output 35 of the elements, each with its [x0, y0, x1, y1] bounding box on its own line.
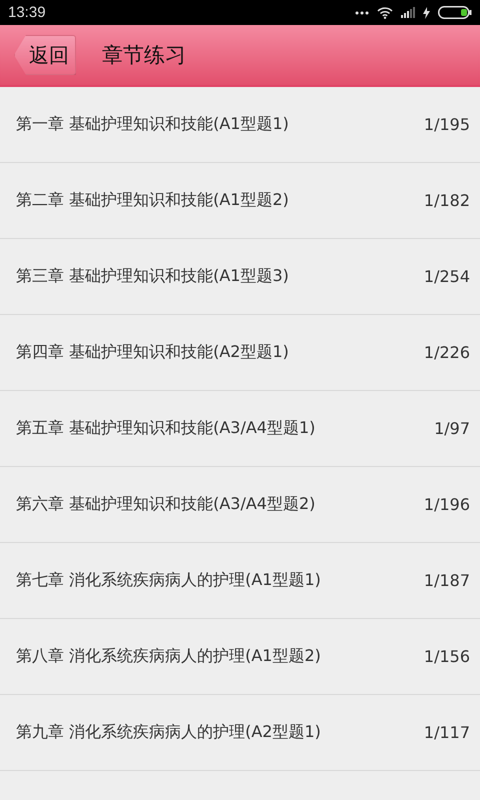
- chapter-row[interactable]: 第七章 消化系统疾病病人的护理(A1型题1) 1/187: [0, 543, 480, 619]
- progress-count: 1/97: [434, 419, 470, 438]
- progress-count: 1/117: [424, 723, 470, 742]
- wifi-icon: [377, 6, 393, 18]
- battery-icon: [438, 6, 472, 19]
- back-button[interactable]: 返回: [14, 35, 76, 75]
- progress-count: 1/226: [424, 343, 470, 362]
- chapter-row[interactable]: 第五章 基础护理知识和技能(A3/A4型题1) 1/97: [0, 391, 480, 467]
- signal-icon: [401, 7, 415, 18]
- chapter-row[interactable]: 第四章 基础护理知识和技能(A2型题1) 1/226: [0, 315, 480, 391]
- chapter-row[interactable]: 第八章 消化系统疾病病人的护理(A1型题2) 1/156: [0, 619, 480, 695]
- page-title: 章节练习: [102, 42, 186, 69]
- more-dots-icon: [355, 10, 369, 14]
- chapter-row[interactable]: 第一章 基础护理知识和技能(A1型题1) 1/195: [0, 87, 480, 163]
- chapter-row[interactable]: 第九章 消化系统疾病病人的护理(A2型题1) 1/117: [0, 695, 480, 771]
- progress-count: 1/187: [424, 571, 470, 590]
- progress-count: 1/254: [424, 267, 470, 286]
- chapter-row[interactable]: 第三章 基础护理知识和技能(A1型题3) 1/254: [0, 239, 480, 315]
- chapter-title: 第四章 基础护理知识和技能(A2型题1): [16, 342, 289, 363]
- chapter-title: 第八章 消化系统疾病病人的护理(A1型题2): [16, 646, 321, 667]
- chapter-title: 第九章 消化系统疾病病人的护理(A2型题1): [16, 722, 321, 743]
- progress-count: 1/156: [424, 647, 470, 666]
- chapter-title: 第六章 基础护理知识和技能(A3/A4型题2): [16, 494, 316, 515]
- chapter-title: 第七章 消化系统疾病病人的护理(A1型题1): [16, 570, 321, 591]
- chapter-title: 第二章 基础护理知识和技能(A1型题2): [16, 190, 289, 211]
- chapter-row[interactable]: 第六章 基础护理知识和技能(A3/A4型题2) 1/196: [0, 467, 480, 543]
- progress-count: 1/182: [424, 191, 470, 210]
- status-time: 13:39: [8, 4, 46, 21]
- charging-icon: [423, 6, 430, 18]
- chapter-row[interactable]: 第二章 基础护理知识和技能(A1型题2) 1/182: [0, 163, 480, 239]
- chapter-title: 第三章 基础护理知识和技能(A1型题3): [16, 266, 289, 287]
- chapter-title: 第一章 基础护理知识和技能(A1型题1): [16, 114, 289, 135]
- chapter-title: 第五章 基础护理知识和技能(A3/A4型题1): [16, 418, 316, 439]
- progress-count: 1/196: [424, 495, 470, 514]
- progress-count: 1/195: [424, 115, 470, 134]
